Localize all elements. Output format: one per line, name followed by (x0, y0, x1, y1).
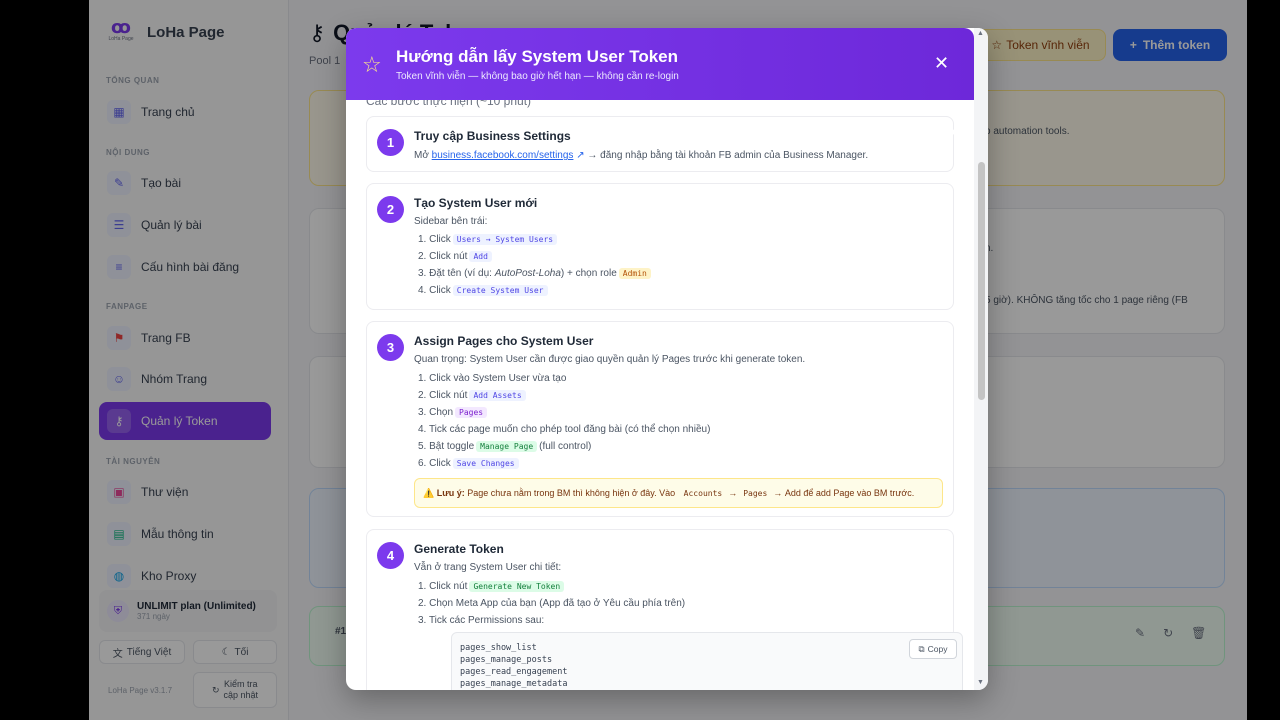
step-line-1: 1. Click vào System User vừa tạo (418, 373, 567, 384)
step-line-4: 4. Click Create System User (418, 285, 550, 296)
note-label: Lưu ý: (436, 488, 465, 498)
step-line-2: 2. Click nút Add Assets (418, 390, 528, 401)
line-text: 3. Đặt tên (ví dụ: (418, 268, 492, 279)
step-card-2: 2 Tạo System User mới Sidebar bên trái: … (366, 183, 954, 310)
note-text: Page chưa nằm trong BM thì không hiện ở … (467, 488, 676, 498)
code-chip: Add (469, 251, 492, 262)
line-text: 6. Click (418, 458, 451, 469)
step-title: Assign Pages cho System User (414, 334, 594, 348)
step-line-6: 6. Click Save Changes (418, 458, 521, 469)
step-text: Mở business.facebook.com/settings ↗ → đă… (414, 150, 868, 161)
copy-label: Copy (927, 644, 948, 654)
code-chip: Admin (618, 268, 651, 279)
step-number: 4 (377, 542, 404, 569)
step-line-2: 2. Click nút Add (418, 251, 494, 262)
warning-note: ⚠️ Lưu ý: Page chưa nằm trong BM thì khô… (414, 478, 943, 508)
code-chip: Add Assets (469, 390, 526, 401)
modal-scrollbar[interactable]: ▲ ▼ (974, 28, 988, 690)
business-settings-link[interactable]: business.facebook.com/settings (432, 150, 574, 161)
step-title: Generate Token (414, 542, 504, 556)
step-card-4: 4 Generate Token Vẫn ở trang System User… (366, 529, 963, 690)
step-text-pre: Mở (414, 150, 429, 161)
step-line-2: 2. Chọn Meta App của bạn (App đã tạo ở Y… (418, 598, 686, 609)
step-text-post: → đăng nhập bằng tài khoản FB admin của … (587, 150, 869, 161)
code-chip: Users → System Users (452, 234, 558, 245)
warning-icon: ⚠️ (423, 487, 435, 498)
line-text: 2. Click nút (418, 251, 468, 262)
code-chip: Pages (743, 488, 768, 498)
line-text: 1. Click nút (418, 581, 468, 592)
permission-line: pages_manage_metadata (460, 679, 568, 689)
copy-button[interactable]: ⧉ Copy (909, 639, 957, 659)
permission-line: pages_manage_posts (460, 655, 553, 665)
code-chip: Create System User (452, 285, 548, 296)
modal-header: ☆ Hướng dẫn lấy System User Token Token … (346, 28, 974, 100)
step-number: 2 (377, 196, 404, 223)
line-text: 5. Bật toggle (418, 441, 475, 452)
copy-icon: ⧉ (918, 643, 925, 654)
permission-line: pages_read_engagement (460, 667, 568, 677)
steps-heading: Các bước thực hiện (~10 phút) (366, 100, 532, 108)
scrollbar-thumb[interactable] (978, 162, 985, 400)
code-chip: Save Changes (452, 458, 519, 469)
step-line-1: 1. Click Users → System Users (418, 234, 559, 245)
line-text: 3. Chọn (418, 407, 454, 418)
line-text: 4. Click (418, 285, 451, 296)
step-line-4: 4. Tick các page muốn cho phép tool đăng… (418, 424, 711, 435)
external-link-icon: ↗ (573, 150, 585, 161)
step-card-3: 3 Assign Pages cho System User Quan trọn… (366, 321, 954, 517)
step-title: Truy cập Business Settings (414, 129, 571, 143)
line-text: 2. Click nút (418, 390, 468, 401)
step-card-1: 1 Truy cập Business Settings Mở business… (366, 116, 954, 172)
step-number: 1 (377, 129, 404, 156)
step-line-5: 5. Bật toggle Manage Page (full control) (418, 441, 591, 452)
modal-title: Hướng dẫn lấy System User Token (396, 47, 678, 66)
step-line-1: 1. Click nút Generate New Token (418, 581, 566, 592)
step-title: Tạo System User mới (414, 196, 538, 210)
step-intro: Sidebar bên trái: (414, 216, 488, 227)
close-icon[interactable]: ✕ (934, 53, 949, 74)
code-chip: Manage Page (476, 441, 538, 452)
scroll-down-icon[interactable]: ▼ (977, 679, 984, 686)
note-arrow: → (773, 488, 783, 498)
modal-subtitle: Token vĩnh viễn — không bao giờ hết hạn … (396, 71, 679, 82)
note-arrow: → (728, 488, 738, 498)
step-intro: Vẫn ở trang System User chi tiết: (414, 562, 562, 573)
permission-line: pages_show_list (460, 643, 537, 653)
line-text: (full control) (539, 441, 592, 452)
permissions-code-block: pages_show_list pages_manage_posts pages… (451, 632, 963, 690)
system-user-token-guide-modal: ☆ Hướng dẫn lấy System User Token Token … (346, 28, 988, 690)
scroll-up-icon[interactable]: ▲ (977, 30, 984, 37)
note-text: Add để add Page vào BM trước. (784, 488, 915, 498)
code-chip: Pages (455, 407, 488, 418)
step-line-3: 3. Chọn Pages (418, 407, 489, 418)
code-chip: Generate New Token (469, 581, 565, 592)
line-text: ) + chọn role (560, 268, 617, 279)
modal-body: Các bước thực hiện (~10 phút) 1 Truy cập… (346, 100, 974, 690)
step-number: 3 (377, 334, 404, 361)
step-line-3: 3. Đặt tên (ví dụ: AutoPost-Loha) + chọn… (418, 268, 653, 279)
star-icon: ☆ (362, 52, 382, 77)
step-line-3: 3. Tick các Permissions sau: (418, 615, 545, 626)
line-example: AutoPost-Loha (494, 268, 561, 279)
line-text: 1. Click (418, 234, 451, 245)
code-chip: Accounts (683, 488, 723, 498)
step-intro: Quan trọng: System User cần được giao qu… (414, 354, 806, 365)
